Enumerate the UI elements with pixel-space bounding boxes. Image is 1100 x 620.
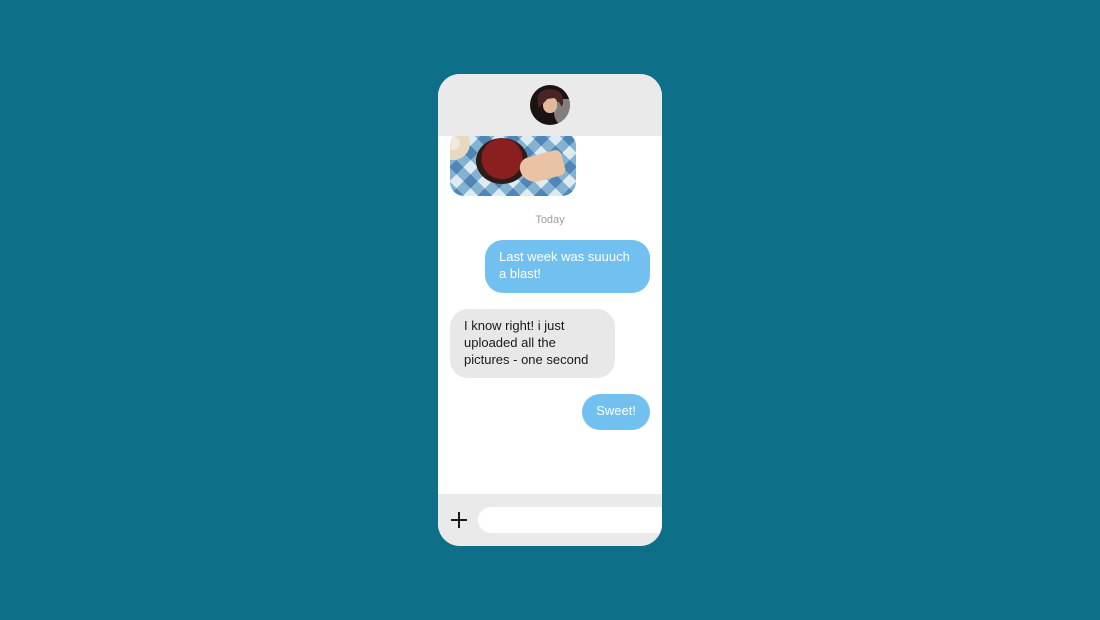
message-sent[interactable]: Sweet! <box>582 394 650 430</box>
date-separator: Today <box>450 214 650 226</box>
image-message[interactable] <box>450 136 576 196</box>
chat-window: Today Last week was suuuch a blast! I kn… <box>438 74 662 546</box>
message-sent[interactable]: Last week was suuuch a blast! <box>485 240 650 293</box>
message-list: Today Last week was suuuch a blast! I kn… <box>438 136 662 494</box>
message-input[interactable] <box>478 507 662 533</box>
chat-header <box>438 74 662 136</box>
message-received[interactable]: I know right! i just uploaded all the pi… <box>450 309 615 379</box>
composer-bar <box>438 494 662 546</box>
contact-avatar[interactable] <box>530 85 570 125</box>
add-attachment-button[interactable] <box>450 511 468 529</box>
